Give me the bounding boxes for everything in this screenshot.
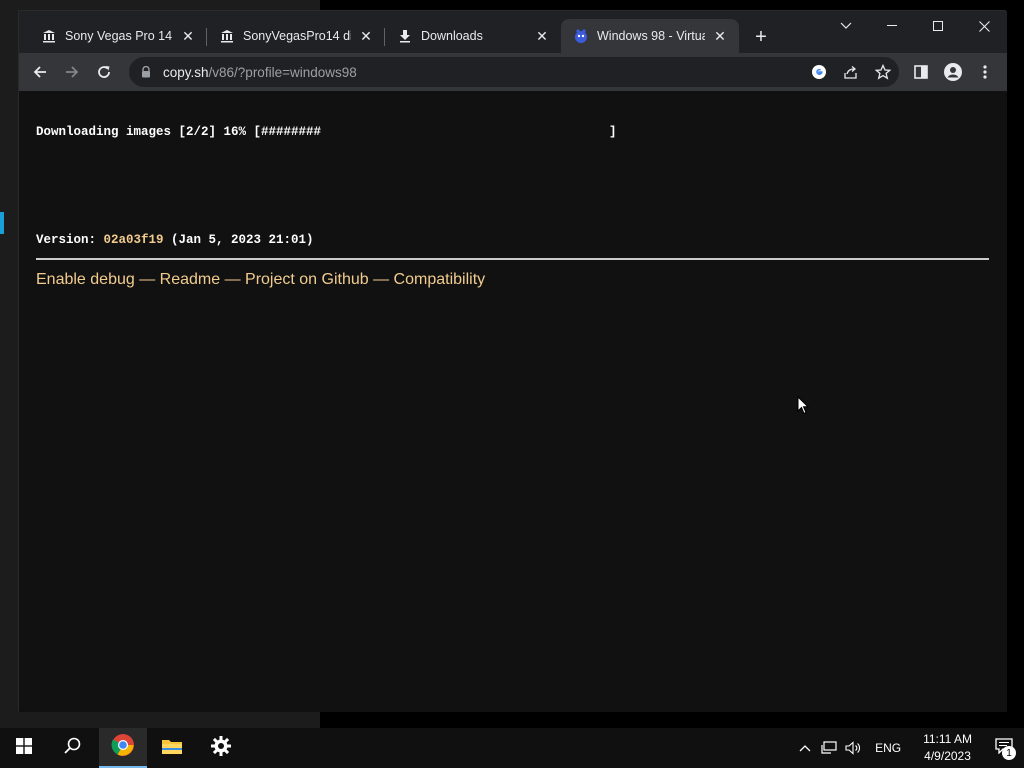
github-link[interactable]: Project on Github	[245, 271, 369, 288]
download-bracket-end: ]	[609, 125, 617, 139]
version-info: Version: 02a03f19 (Jan 5, 2023 21:01)	[36, 233, 314, 247]
page-content: Downloading images [2/2] 16% [######## ]…	[19, 91, 1007, 712]
window-controls	[823, 11, 1007, 41]
enable-debug-link[interactable]: Enable debug	[36, 271, 135, 288]
tab-title: Sony Vegas Pro 14 : F	[65, 29, 173, 43]
bookmark-star-icon[interactable]	[871, 60, 895, 84]
tab-search-chevron-icon[interactable]	[823, 11, 869, 41]
reload-button[interactable]	[92, 60, 116, 84]
forward-button[interactable]	[60, 60, 84, 84]
close-icon[interactable]: ✕	[533, 27, 551, 45]
mouse-pointer-icon	[797, 395, 810, 420]
tab-sony-vegas[interactable]: Sony Vegas Pro 14 : F ✕	[29, 19, 207, 53]
tab-windows98-active[interactable]: Windows 98 - Virtual ✕	[561, 19, 739, 53]
taskbar-settings[interactable]	[197, 728, 245, 768]
version-hash-link[interactable]: 02a03f19	[104, 233, 164, 247]
archive-institution-icon	[41, 28, 57, 44]
tab-strip: Sony Vegas Pro 14 : F ✕ SonyVegasPro14 d…	[19, 11, 1007, 53]
footer-links: Enable debug — Readme — Project on Githu…	[36, 271, 485, 289]
share-icon[interactable]	[839, 60, 863, 84]
version-label: Version:	[36, 233, 104, 247]
windows-taskbar: ENG 11:11 AM 4/9/2023 1	[0, 728, 1024, 768]
lock-icon[interactable]	[139, 65, 153, 79]
clock-time: 11:11 AM	[923, 732, 972, 746]
link-separator: —	[134, 271, 160, 288]
close-icon[interactable]: ✕	[711, 27, 729, 45]
v86-favicon-icon	[573, 28, 589, 44]
taskbar-file-explorer[interactable]	[148, 728, 196, 768]
tab-title: SonyVegasPro14 dire	[243, 29, 351, 43]
readme-link[interactable]: Readme	[160, 271, 220, 288]
settings-gear-icon	[211, 735, 231, 761]
start-button[interactable]	[0, 728, 48, 768]
compatibility-link[interactable]: Compatibility	[394, 271, 486, 288]
link-separator: —	[220, 271, 246, 288]
google-lens-icon[interactable]	[807, 60, 831, 84]
url-host: copy.sh	[163, 64, 209, 80]
maximize-button[interactable]	[915, 11, 961, 41]
minimize-button[interactable]	[869, 11, 915, 41]
search-button[interactable]	[48, 728, 96, 768]
url-text: copy.sh/v86/?profile=windows98	[163, 65, 357, 80]
start-windows-icon	[16, 737, 32, 759]
archive-institution-icon	[219, 28, 235, 44]
divider	[36, 258, 989, 260]
search-icon	[63, 737, 81, 759]
chrome-icon	[111, 733, 135, 762]
link-separator: —	[368, 271, 394, 288]
new-tab-button[interactable]: +	[749, 25, 773, 49]
chrome-window: Sony Vegas Pro 14 : F ✕ SonyVegasPro14 d…	[18, 10, 1007, 712]
notification-center-button[interactable]: 1	[984, 728, 1024, 768]
close-icon[interactable]: ✕	[357, 27, 375, 45]
tab-title: Windows 98 - Virtual	[597, 29, 705, 43]
file-explorer-icon	[161, 737, 183, 760]
background-window-edge	[0, 0, 18, 710]
network-icon[interactable]	[817, 728, 841, 768]
background-accent-bar	[0, 212, 4, 234]
volume-icon[interactable]	[841, 728, 865, 768]
language-indicator[interactable]: ENG	[865, 741, 911, 755]
notification-count-badge: 1	[1002, 746, 1016, 760]
back-button[interactable]	[28, 60, 52, 84]
download-icon	[397, 28, 413, 44]
more-menu-icon[interactable]	[973, 60, 997, 84]
tab-downloads[interactable]: Downloads ✕	[385, 19, 561, 53]
version-date: (Jan 5, 2023 21:01)	[163, 233, 314, 247]
side-panel-icon[interactable]	[909, 60, 933, 84]
close-icon[interactable]: ✕	[179, 27, 197, 45]
show-hidden-icons-chevron-icon[interactable]	[793, 728, 817, 768]
tab-sonyvegaspro14[interactable]: SonyVegasPro14 dire ✕	[207, 19, 385, 53]
browser-toolbar: copy.sh/v86/?profile=windows98	[19, 53, 1007, 91]
profile-avatar-icon[interactable]	[941, 60, 965, 84]
taskbar-chrome[interactable]	[99, 728, 147, 768]
clock-date: 4/9/2023	[924, 749, 971, 763]
system-tray: ENG 11:11 AM 4/9/2023 1	[793, 728, 1024, 768]
url-path: /v86/?profile=windows98	[208, 64, 357, 80]
address-bar[interactable]: copy.sh/v86/?profile=windows98	[129, 57, 899, 87]
close-window-button[interactable]	[961, 11, 1007, 41]
tab-title: Downloads	[421, 29, 483, 43]
download-status: Downloading images [2/2] 16% [########	[36, 125, 322, 139]
clock[interactable]: 11:11 AM 4/9/2023	[911, 731, 984, 765]
